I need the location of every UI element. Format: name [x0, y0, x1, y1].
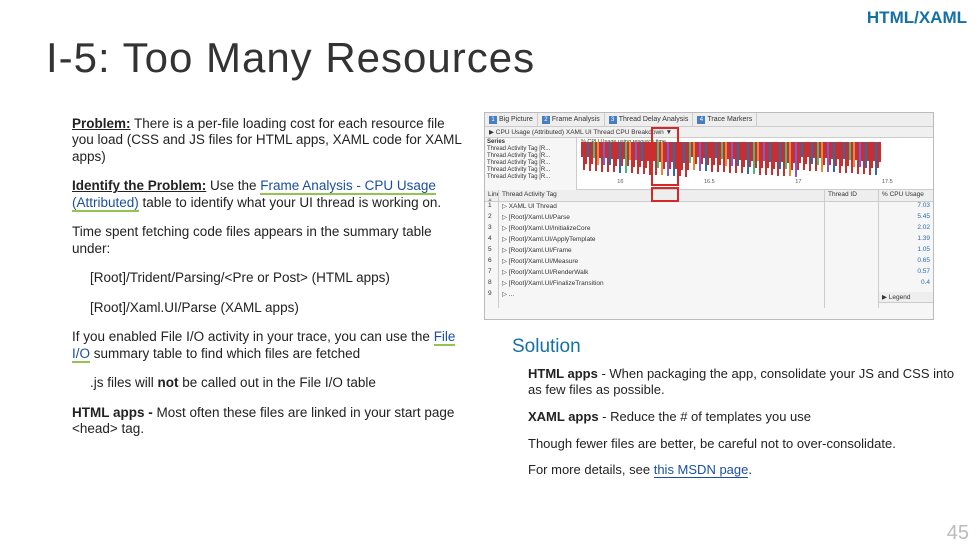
problem-paragraph: Problem: There is a per-file loading cos…	[72, 116, 468, 165]
slide-title: I-5: Too Many Resources	[46, 34, 535, 82]
fileio-post: summary table to find which files are fe…	[90, 346, 360, 361]
msdn-link[interactable]: this MSDN page	[654, 462, 749, 478]
tab-big-picture: 1Big Picture	[485, 113, 538, 126]
htmlapps-label: HTML apps -	[72, 405, 153, 420]
analysis-screenshot: 1Big Picture 2Frame Analysis 3Thread Del…	[484, 112, 934, 320]
solution-heading: Solution	[512, 336, 955, 358]
summary-table: Line # 1 2 3 4 5 6 7 8 9 Thread Activity…	[485, 190, 933, 308]
solution-html: HTML apps - When packaging the app, cons…	[528, 366, 955, 398]
right-column: 1Big Picture 2Frame Analysis 3Thread Del…	[484, 116, 955, 551]
js-note: .js files will not be called out in the …	[90, 375, 468, 391]
identify-label: Identify the Problem:	[72, 178, 206, 193]
left-column: Problem: There is a per-file loading cos…	[72, 116, 484, 551]
fileio-paragraph: If you enabled File I/O activity in your…	[72, 329, 468, 362]
problem-label: Problem:	[72, 116, 131, 131]
fetching-paragraph: Time spent fetching code files appears i…	[72, 224, 468, 257]
tab-trace-markers: 4Trace Markers	[693, 113, 757, 126]
htmlapps-paragraph: HTML apps - Most often these files are l…	[72, 405, 468, 438]
identify-post: table to identify what your UI thread is…	[139, 195, 441, 210]
platform-badge: HTML/XAML	[867, 8, 967, 28]
tab-thread-delay: 3Thread Delay Analysis	[605, 113, 694, 126]
solution-section: Solution HTML apps - When packaging the …	[512, 336, 955, 489]
screenshot-toolbar: ▶ CPU Usage (Attributed) XAML UI Thread …	[485, 127, 933, 138]
page-number: 45	[947, 522, 969, 545]
path-html: [Root]/Trident/Parsing/<Pre or Post> (HT…	[90, 270, 468, 286]
path-xaml: [Root]/Xaml.UI/Parse (XAML apps)	[90, 300, 468, 316]
identify-pre: Use the	[206, 178, 260, 193]
solution-caution: Though fewer files are better, be carefu…	[528, 436, 955, 452]
plot-area: Series Thread Activity Tag [R... Thread …	[485, 138, 933, 190]
tab-frame-analysis: 2Frame Analysis	[538, 113, 605, 126]
screenshot-tabs: 1Big Picture 2Frame Analysis 3Thread Del…	[485, 113, 933, 127]
fileio-pre: If you enabled File I/O activity in your…	[72, 329, 434, 344]
problem-text: There is a per-file loading cost for eac…	[72, 116, 461, 164]
solution-details: For more details, see this MSDN page.	[528, 462, 955, 478]
content-columns: Problem: There is a per-file loading cos…	[0, 116, 979, 551]
solution-xaml: XAML apps - Reduce the # of templates yo…	[528, 409, 955, 425]
identify-paragraph: Identify the Problem: Use the Frame Anal…	[72, 178, 468, 211]
series-labels: Series Thread Activity Tag [R... Thread …	[485, 138, 577, 190]
timeline-plot: % CPU Usage using resource time... 16 16…	[577, 138, 933, 190]
